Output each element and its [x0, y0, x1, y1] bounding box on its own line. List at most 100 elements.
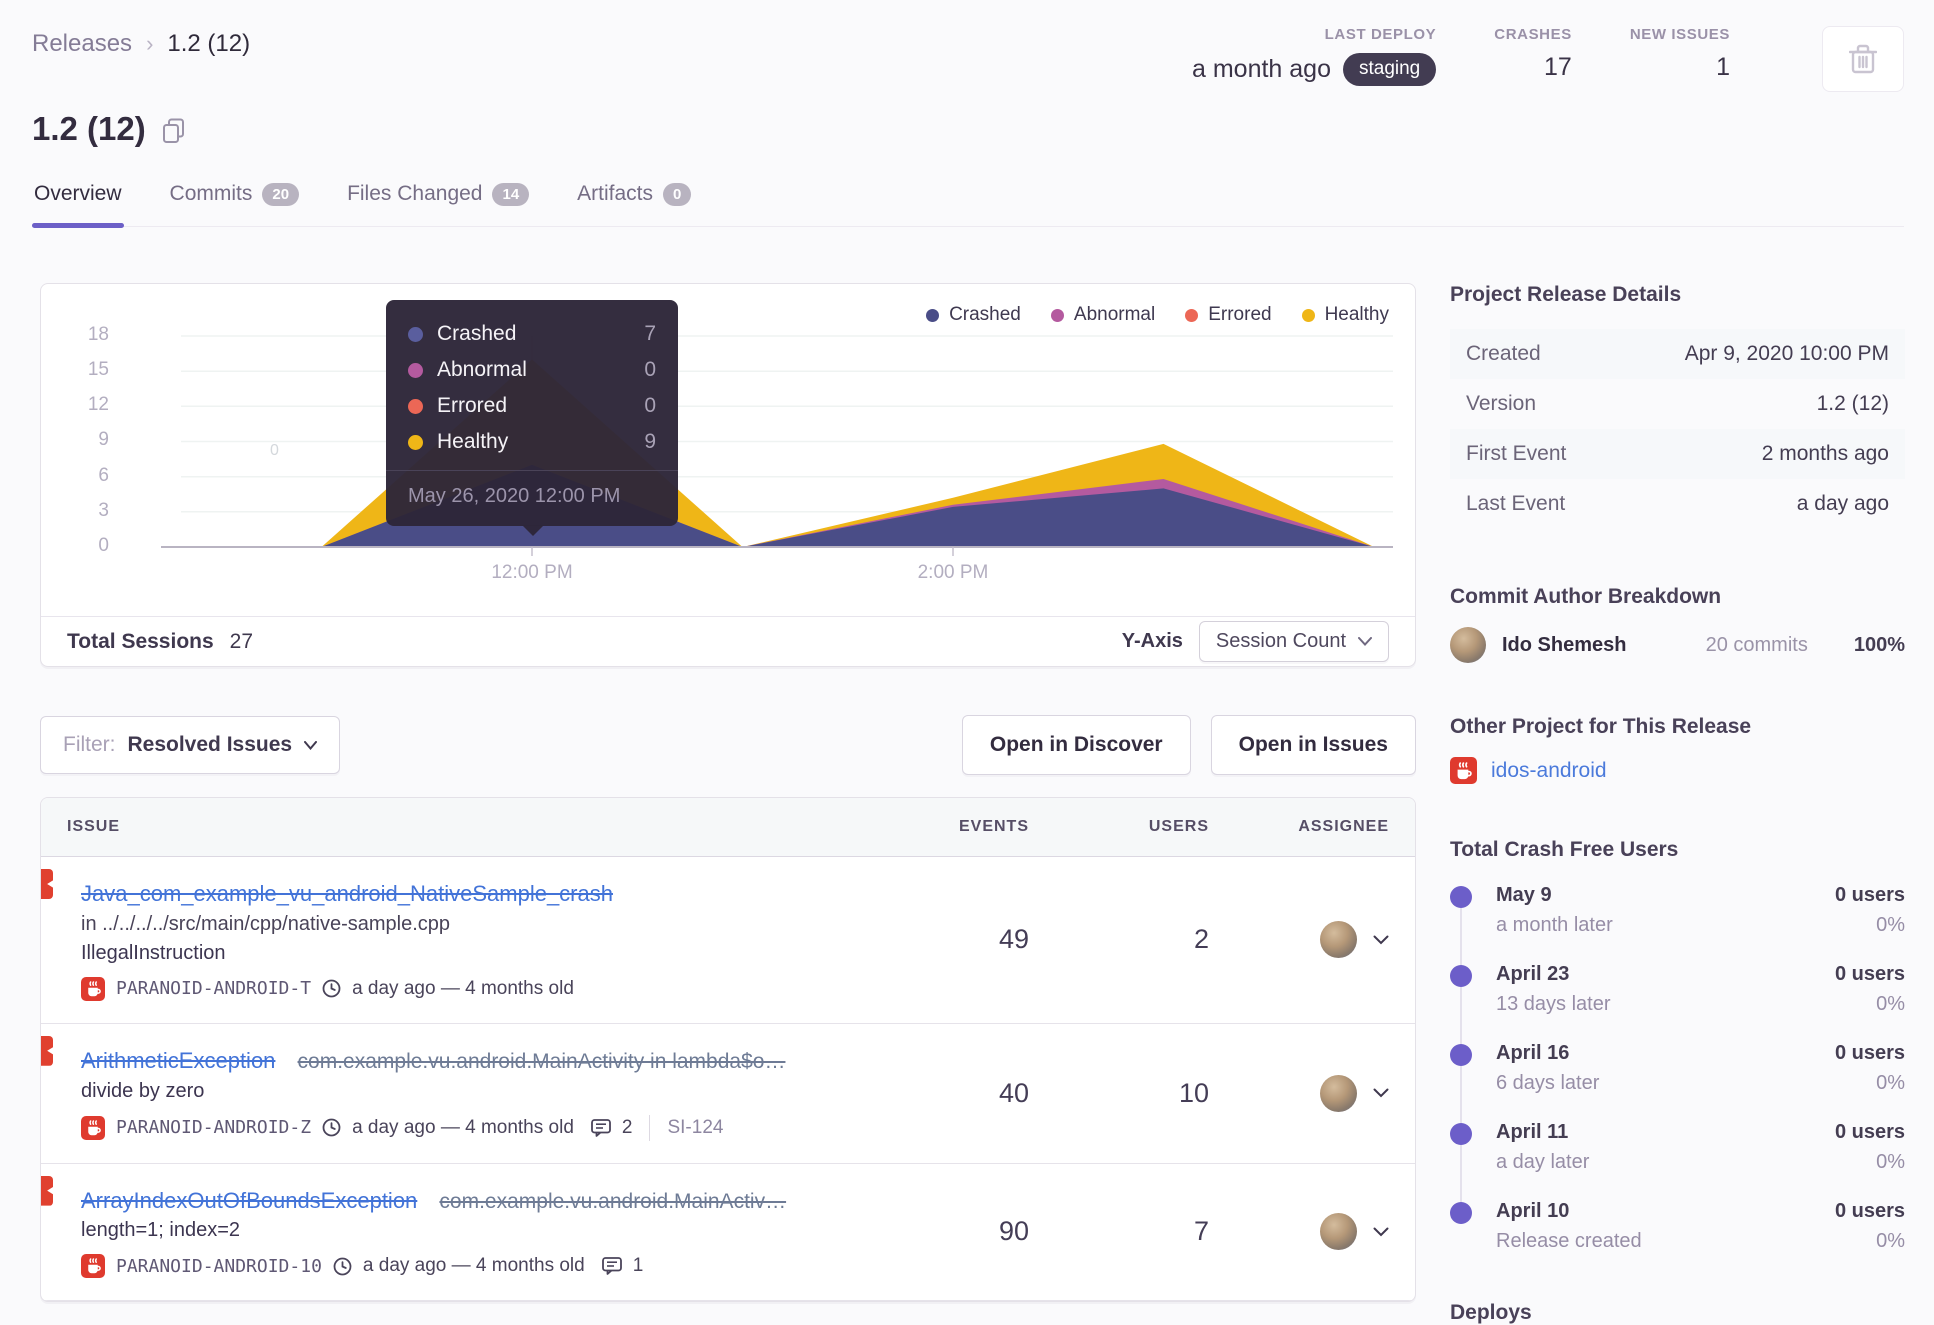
legend-item-errored[interactable]: Errored	[1185, 304, 1272, 326]
x-tick: 12:00 PM	[491, 562, 573, 583]
chart-footer: Total Sessions 27 Y-Axis Session Count	[41, 616, 1415, 666]
bookmark-icon	[41, 1035, 53, 1066]
timeline-entry: April 10 Release created 0 users 0%	[1450, 1200, 1905, 1279]
open-in-issues-button[interactable]: Open in Issues	[1210, 715, 1416, 775]
new-issues-value: 1	[1716, 53, 1730, 81]
assignee-avatar[interactable]	[1320, 921, 1357, 959]
tab-count-badge: 20	[262, 182, 300, 206]
legend-item-abnormal[interactable]: Abnormal	[1050, 304, 1156, 326]
tab-label: Files Changed	[347, 182, 483, 205]
entry-sublabel: a day later	[1496, 1151, 1590, 1173]
tab-files-changed[interactable]: Files Changed 14	[345, 176, 531, 226]
column-events: EVENTS	[958, 818, 1029, 835]
stat-label: LAST DEPLOY	[1324, 26, 1437, 43]
issue-users-count: 2	[1193, 924, 1209, 955]
issues-table: ISSUE EVENTS USERS ASSIGNEE Java_com_exa…	[40, 797, 1416, 1303]
chart-canvas	[161, 335, 1393, 556]
issues-filter-dropdown[interactable]: Filter: Resolved Issues	[40, 716, 341, 774]
trash-icon	[1849, 44, 1877, 74]
other-project-link[interactable]: idos-android	[1491, 759, 1607, 783]
assignee-avatar[interactable]	[1320, 1074, 1357, 1112]
issue-message: length=1; index=2	[81, 1219, 241, 1242]
stat-crashes: CRASHES 17	[1494, 26, 1572, 82]
tab-artifacts[interactable]: Artifacts 0	[575, 176, 693, 226]
tab-overview[interactable]: Overview	[32, 176, 124, 228]
issue-row[interactable]: Java_com_example_vu_android_NativeSample…	[41, 857, 1415, 1024]
environment-badge: staging	[1342, 53, 1437, 86]
tab-commits[interactable]: Commits 20	[168, 176, 302, 226]
timeline-dot-icon	[1450, 1202, 1472, 1224]
x-tick: 2:00 PM	[917, 562, 989, 583]
issue-culprit: com.example.vu.android.MainActivity in l…	[297, 1049, 786, 1073]
project-slug[interactable]: PARANOID-ANDROID-10	[116, 1256, 322, 1277]
issue-row[interactable]: ArithmeticException com.example.vu.andro…	[41, 1024, 1415, 1164]
entry-users: 0 users	[1834, 884, 1905, 906]
detail-label: Created	[1466, 342, 1541, 365]
tooltip-row-healthy: Healthy 9	[406, 424, 658, 460]
project-slug[interactable]: PARANOID-ANDROID-T	[116, 978, 311, 999]
issue-row[interactable]: ArrayIndexOutOfBoundsException com.examp…	[41, 1164, 1415, 1302]
delete-release-button[interactable]	[1822, 26, 1904, 92]
column-issue: ISSUE	[67, 818, 121, 835]
tooltip-value: 0	[644, 394, 656, 417]
detail-label: First Event	[1466, 442, 1567, 465]
left-column: Crashed Abnormal Errored Healthy 18 15 1…	[40, 283, 1416, 1325]
tooltip-value: 9	[644, 430, 656, 453]
timeline-dot-icon	[1450, 886, 1472, 908]
comments-icon	[590, 1118, 611, 1137]
issues-table-header: ISSUE EVENTS USERS ASSIGNEE	[41, 798, 1415, 857]
issue-annotation[interactable]: SI-124	[667, 1117, 723, 1139]
issue-culprit: com.example.vu.android.MainActiv…	[439, 1189, 787, 1213]
breadcrumb-releases-link[interactable]: Releases	[32, 30, 132, 58]
sessions-area-chart[interactable]: 18 15 12 9 6 3 0 0 12:00 PM 2:00 PM Cras…	[65, 300, 1393, 584]
copy-icon[interactable]	[162, 118, 186, 144]
comments-icon	[601, 1257, 622, 1276]
issue-title-link[interactable]: ArithmeticException	[81, 1048, 275, 1073]
release-details-table: Created Apr 9, 2020 10:00 PM Version 1.2…	[1450, 329, 1905, 529]
tab-bar: Overview Commits 20 Files Changed 14 Art…	[32, 176, 1904, 228]
detail-row-last-event: Last Event a day ago	[1450, 479, 1905, 529]
tooltip-label: Crashed	[437, 322, 517, 345]
sessions-chart-card: Crashed Abnormal Errored Healthy 18 15 1…	[40, 283, 1416, 667]
timeline-entry: April 16 6 days later 0 users 0%	[1450, 1042, 1905, 1123]
open-in-discover-button[interactable]: Open in Discover	[961, 715, 1191, 775]
entry-date: April 23	[1496, 963, 1570, 985]
errored-dot-icon	[408, 398, 423, 414]
issue-title-link[interactable]: ArrayIndexOutOfBoundsException	[81, 1188, 417, 1213]
chevron-right-icon: ›	[146, 31, 154, 56]
chevron-down-icon	[304, 740, 318, 750]
abnormal-dot-icon	[408, 362, 423, 378]
issue-title-link[interactable]: Java_com_example_vu_android_NativeSample…	[81, 881, 613, 906]
y-axis-label: Y-Axis	[1121, 630, 1183, 652]
total-crash-free-users-heading: Total Crash Free Users	[1450, 838, 1679, 861]
project-slug[interactable]: PARANOID-ANDROID-Z	[116, 1117, 311, 1138]
entry-date: May 9	[1496, 884, 1552, 906]
author-name: Ido Shemesh	[1502, 633, 1627, 656]
y-axis-selected-value: Session Count	[1215, 630, 1346, 652]
y-axis-select[interactable]: Session Count	[1198, 621, 1389, 662]
issue-age: a day ago — 4 months old	[352, 1116, 574, 1138]
java-project-icon	[81, 1115, 105, 1140]
header-stats: LAST DEPLOY a month ago staging CRASHES …	[1192, 26, 1904, 92]
entry-percent: 0%	[1876, 1230, 1905, 1252]
filter-label: Filter:	[63, 733, 116, 756]
author-avatar	[1450, 627, 1486, 663]
filter-selected-value: Resolved Issues	[127, 733, 293, 756]
issue-age: a day ago — 4 months old	[362, 1255, 585, 1277]
java-project-icon	[1450, 757, 1477, 784]
tooltip-row-abnormal: Abnormal 0	[406, 352, 658, 388]
assignee-avatar[interactable]	[1320, 1213, 1357, 1251]
abnormal-dot-icon	[1050, 308, 1064, 322]
chevron-down-icon[interactable]	[1373, 935, 1389, 945]
issue-age: a day ago — 4 months old	[352, 977, 574, 999]
legend-label: Abnormal	[1073, 304, 1156, 325]
chevron-down-icon[interactable]	[1373, 1227, 1389, 1237]
stat-new-issues: NEW ISSUES 1	[1630, 26, 1730, 82]
chevron-down-icon[interactable]	[1373, 1088, 1389, 1098]
entry-sublabel: a month later	[1496, 914, 1613, 936]
legend-item-healthy[interactable]: Healthy	[1301, 304, 1389, 326]
issue-events-count: 90	[998, 1216, 1029, 1247]
y-tick: 6	[98, 465, 109, 486]
entry-users: 0 users	[1834, 963, 1905, 985]
legend-item-crashed[interactable]: Crashed	[926, 304, 1021, 326]
